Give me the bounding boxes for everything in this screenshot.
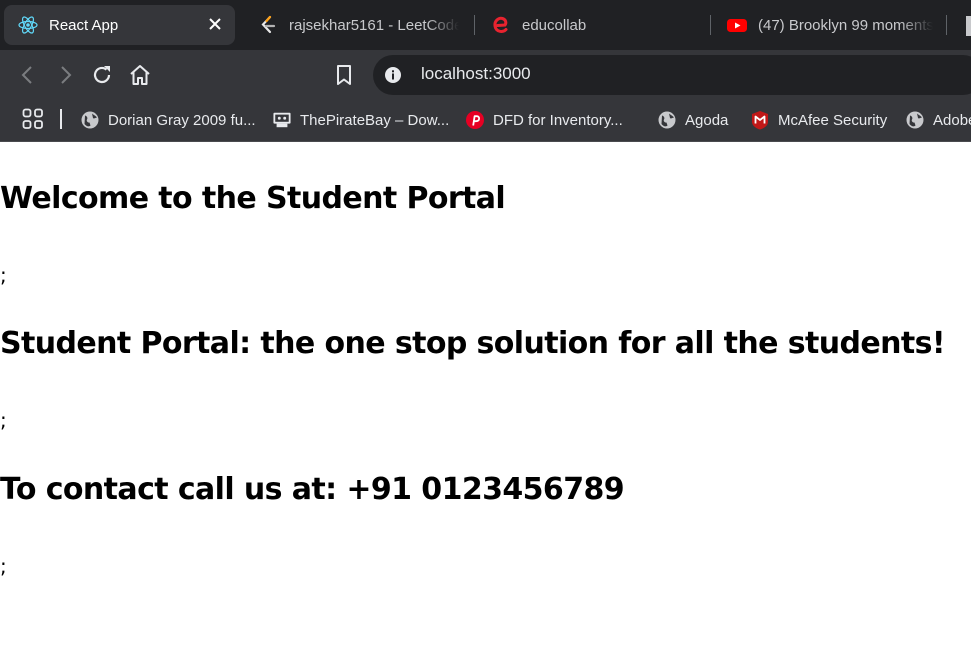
tagline-heading: Student Portal: the one stop solution fo… <box>0 326 946 361</box>
bookmark-label: ThePirateBay – Dow... <box>300 111 450 129</box>
tab-youtube[interactable]: (47) Brooklyn 99 moments <box>713 5 933 45</box>
forward-icon[interactable] <box>53 63 77 87</box>
educollab-icon <box>491 15 511 35</box>
bookmark-label: McAfee Security <box>778 111 888 129</box>
bookmark-agoda[interactable]: Agoda <box>658 107 728 133</box>
bookmark-mcafee[interactable]: McAfee Security <box>751 107 887 133</box>
globe-icon <box>81 111 99 129</box>
tab-react-app[interactable]: React App <box>4 5 235 45</box>
bookmark-label: DFD for Inventory... <box>493 111 623 129</box>
react-icon <box>18 15 38 35</box>
close-icon[interactable] <box>207 16 223 32</box>
bookmark-label: Dorian Gray 2009 fu... <box>108 111 256 129</box>
bookmark-adobe[interactable]: Adobe <box>906 107 971 133</box>
bookmark-star-icon[interactable] <box>332 63 356 87</box>
tab-title: educollab <box>522 16 587 34</box>
bookmark-dfd-inventory[interactable]: DFD for Inventory... <box>466 107 623 133</box>
tab-title: rajsekhar5161 - LeetCode <box>289 16 459 34</box>
tab-separator <box>474 15 475 35</box>
separator-text: ; <box>0 263 7 287</box>
separator-text: ; <box>0 554 7 578</box>
globe-icon <box>906 111 924 129</box>
url-text[interactable]: localhost:3000 <box>421 64 531 84</box>
tab-separator <box>946 15 947 35</box>
tab-leetcode[interactable]: rajsekhar5161 - LeetCode <box>244 5 459 45</box>
pirate-icon <box>273 111 291 129</box>
tab-educollab[interactable]: educollab <box>477 5 707 45</box>
bookmark-label: Adobe <box>933 111 971 129</box>
site-info-icon[interactable] <box>384 66 402 84</box>
mcafee-icon <box>751 111 769 130</box>
contact-heading: To contact call us at: +91 0123456789 <box>0 472 625 507</box>
tab-title: (47) Brooklyn 99 moments <box>758 16 933 34</box>
page-content: Welcome to the Student Portal ; Student … <box>0 143 971 663</box>
tab-title: React App <box>49 16 119 34</box>
partial-tab-edge <box>966 16 971 36</box>
bookmarks-separator <box>60 109 62 129</box>
home-icon[interactable] <box>128 63 152 87</box>
youtube-icon <box>727 15 747 35</box>
globe-icon <box>658 111 676 129</box>
leetcode-icon <box>258 15 278 35</box>
reload-icon[interactable] <box>90 63 114 87</box>
tab-separator <box>710 15 711 35</box>
apps-grid-icon[interactable] <box>22 108 44 130</box>
bookmark-label: Agoda <box>685 111 729 129</box>
separator-text: ; <box>0 408 7 432</box>
pinterest-icon <box>466 111 484 129</box>
bookmark-thepiratebay[interactable]: ThePirateBay – Dow... <box>273 107 449 133</box>
welcome-heading: Welcome to the Student Portal <box>0 181 506 216</box>
bookmark-dorian-gray[interactable]: Dorian Gray 2009 fu... <box>81 107 256 133</box>
back-icon[interactable] <box>16 63 40 87</box>
